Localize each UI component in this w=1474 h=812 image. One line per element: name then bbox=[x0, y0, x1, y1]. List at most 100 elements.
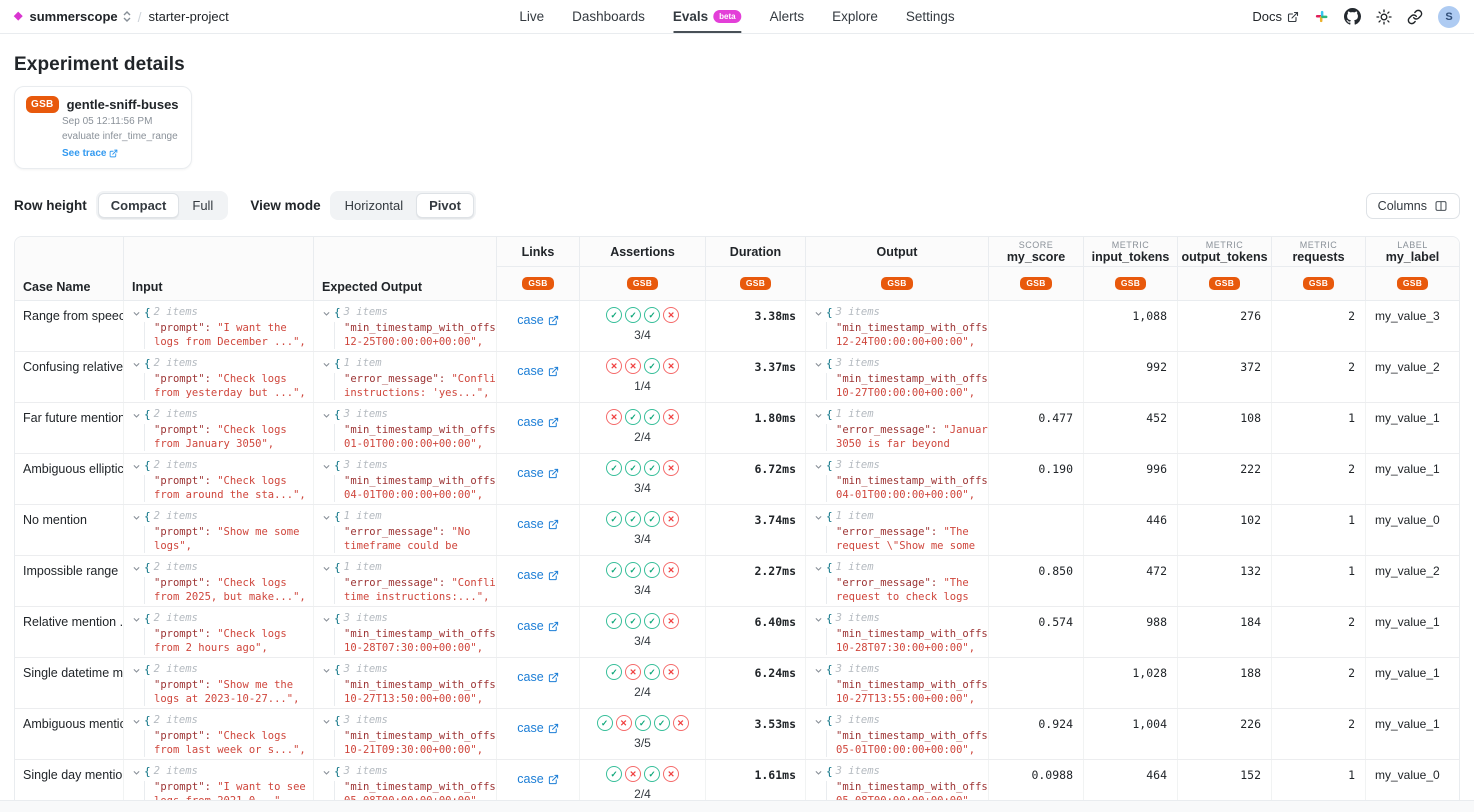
json-collapse-header[interactable]: {1 item bbox=[322, 510, 490, 524]
json-collapse-header[interactable]: {2 items bbox=[132, 408, 307, 422]
column-header-output-tokens[interactable]: METRICoutput_tokens bbox=[1178, 237, 1272, 267]
case-trace-link[interactable]: case bbox=[517, 516, 558, 532]
case-trace-link[interactable]: case bbox=[517, 363, 558, 379]
github-icon[interactable] bbox=[1344, 8, 1361, 25]
chevron-down-icon[interactable] bbox=[132, 564, 141, 573]
column-header-input-tokens[interactable]: METRICinput_tokens bbox=[1084, 237, 1178, 267]
chevron-down-icon[interactable] bbox=[322, 666, 331, 675]
json-collapse-header[interactable]: {1 item bbox=[814, 561, 982, 575]
chevron-down-icon[interactable] bbox=[814, 309, 823, 318]
horizontal-scrollbar[interactable] bbox=[0, 800, 1474, 812]
chevron-down-icon[interactable] bbox=[132, 666, 141, 675]
case-trace-link[interactable]: case bbox=[517, 312, 558, 328]
case-trace-link[interactable]: case bbox=[517, 414, 558, 430]
chevron-down-icon[interactable] bbox=[814, 768, 823, 777]
case-trace-link[interactable]: case bbox=[517, 465, 558, 481]
json-collapse-header[interactable]: {3 items bbox=[322, 306, 490, 320]
json-collapse-header[interactable]: {2 items bbox=[132, 306, 307, 320]
row-height-option-compact[interactable]: Compact bbox=[98, 193, 180, 218]
chevron-down-icon[interactable] bbox=[322, 615, 331, 624]
chevron-down-icon[interactable] bbox=[322, 564, 331, 573]
row-height-option-full[interactable]: Full bbox=[179, 193, 226, 218]
breadcrumb-project[interactable]: starter-project bbox=[149, 9, 229, 24]
case-trace-link[interactable]: case bbox=[517, 567, 558, 583]
json-collapse-header[interactable]: {2 items bbox=[132, 765, 307, 779]
column-header-my-score[interactable]: SCOREmy_score bbox=[989, 237, 1084, 267]
tab-alerts[interactable]: Alerts bbox=[770, 0, 805, 33]
json-collapse-header[interactable]: {3 items bbox=[814, 714, 982, 728]
view-mode-option-pivot[interactable]: Pivot bbox=[416, 193, 474, 218]
json-collapse-header[interactable]: {3 items bbox=[814, 663, 982, 677]
column-header-input[interactable]: Input bbox=[124, 237, 314, 300]
view-mode-option-horizontal[interactable]: Horizontal bbox=[332, 193, 417, 218]
json-collapse-header[interactable]: {2 items bbox=[132, 714, 307, 728]
json-collapse-header[interactable]: {1 item bbox=[814, 408, 982, 422]
chevron-down-icon[interactable] bbox=[322, 717, 331, 726]
tab-dashboards[interactable]: Dashboards bbox=[572, 0, 645, 33]
column-header-duration[interactable]: Duration bbox=[706, 237, 806, 267]
json-collapse-header[interactable]: {3 items bbox=[322, 765, 490, 779]
json-collapse-header[interactable]: {2 items bbox=[132, 510, 307, 524]
json-collapse-header[interactable]: {2 items bbox=[132, 612, 307, 626]
chevron-down-icon[interactable] bbox=[322, 462, 331, 471]
chevron-down-icon[interactable] bbox=[132, 615, 141, 624]
chevron-down-icon[interactable] bbox=[322, 411, 331, 420]
chevron-down-icon[interactable] bbox=[132, 309, 141, 318]
case-trace-link[interactable]: case bbox=[517, 771, 558, 787]
chevron-down-icon[interactable] bbox=[132, 513, 141, 522]
chevron-down-icon[interactable] bbox=[132, 462, 141, 471]
chevron-down-icon[interactable] bbox=[322, 360, 331, 369]
docs-link[interactable]: Docs bbox=[1252, 9, 1299, 24]
json-collapse-header[interactable]: {3 items bbox=[322, 714, 490, 728]
column-header-expected-output[interactable]: Expected Output bbox=[314, 237, 497, 300]
json-collapse-header[interactable]: {3 items bbox=[814, 306, 982, 320]
chevron-down-icon[interactable] bbox=[814, 411, 823, 420]
json-collapse-header[interactable]: {2 items bbox=[132, 663, 307, 677]
chevron-down-icon[interactable] bbox=[814, 564, 823, 573]
chevron-down-icon[interactable] bbox=[814, 462, 823, 471]
tab-evals[interactable]: Evalsbeta bbox=[673, 0, 742, 33]
org-switcher[interactable]: summerscope bbox=[29, 9, 130, 24]
column-header-my-label[interactable]: LABELmy_label bbox=[1366, 237, 1459, 267]
case-trace-link[interactable]: case bbox=[517, 669, 558, 685]
json-collapse-header[interactable]: {3 items bbox=[322, 663, 490, 677]
tab-explore[interactable]: Explore bbox=[832, 0, 878, 33]
chevron-down-icon[interactable] bbox=[814, 513, 823, 522]
json-collapse-header[interactable]: {2 items bbox=[132, 561, 307, 575]
see-trace-link[interactable]: See trace bbox=[62, 148, 118, 159]
json-collapse-header[interactable]: {3 items bbox=[814, 765, 982, 779]
json-collapse-header[interactable]: {1 item bbox=[322, 357, 490, 371]
column-header-output[interactable]: Output bbox=[806, 237, 989, 267]
tab-live[interactable]: Live bbox=[519, 0, 544, 33]
column-header-assertions[interactable]: Assertions bbox=[580, 237, 706, 267]
case-trace-link[interactable]: case bbox=[517, 618, 558, 634]
json-collapse-header[interactable]: {3 items bbox=[322, 408, 490, 422]
chevron-down-icon[interactable] bbox=[814, 360, 823, 369]
chevron-down-icon[interactable] bbox=[132, 411, 141, 420]
chevron-down-icon[interactable] bbox=[132, 717, 141, 726]
column-header-case-name[interactable]: Case Name bbox=[15, 237, 124, 300]
chevron-down-icon[interactable] bbox=[132, 768, 141, 777]
chevron-down-icon[interactable] bbox=[814, 717, 823, 726]
json-collapse-header[interactable]: {2 items bbox=[132, 357, 307, 371]
json-collapse-header[interactable]: {3 items bbox=[814, 459, 982, 473]
json-collapse-header[interactable]: {3 items bbox=[814, 357, 982, 371]
theme-toggle-sun-icon[interactable] bbox=[1376, 9, 1392, 25]
column-header-requests[interactable]: METRICrequests bbox=[1272, 237, 1366, 267]
chevron-down-icon[interactable] bbox=[814, 666, 823, 675]
json-collapse-header[interactable]: {1 item bbox=[814, 510, 982, 524]
json-collapse-header[interactable]: {1 item bbox=[322, 561, 490, 575]
share-link-icon[interactable] bbox=[1407, 9, 1423, 25]
columns-button[interactable]: Columns bbox=[1366, 193, 1460, 219]
slack-icon[interactable] bbox=[1314, 9, 1329, 24]
tab-settings[interactable]: Settings bbox=[906, 0, 955, 33]
chevron-down-icon[interactable] bbox=[322, 309, 331, 318]
chevron-down-icon[interactable] bbox=[322, 768, 331, 777]
chevron-down-icon[interactable] bbox=[322, 513, 331, 522]
json-collapse-header[interactable]: {2 items bbox=[132, 459, 307, 473]
json-collapse-header[interactable]: {3 items bbox=[322, 612, 490, 626]
chevron-down-icon[interactable] bbox=[132, 360, 141, 369]
column-header-links[interactable]: Links bbox=[497, 237, 580, 267]
user-avatar[interactable]: S bbox=[1438, 6, 1460, 28]
case-trace-link[interactable]: case bbox=[517, 720, 558, 736]
